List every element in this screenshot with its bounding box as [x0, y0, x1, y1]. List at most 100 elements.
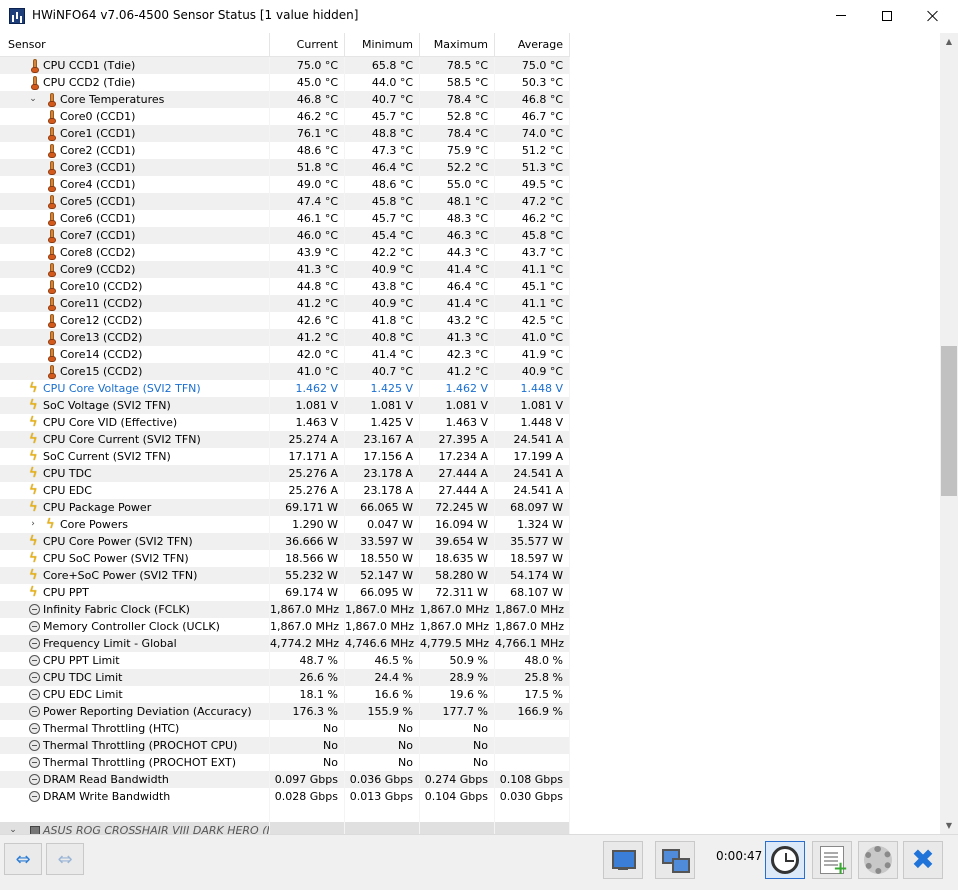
sensor-label: CPU TDC	[43, 467, 92, 480]
sensor-row[interactable]: ϟ CPU SoC Power (SVI2 TFN) 18.566 W 18.550 …	[0, 550, 570, 567]
sensor-row[interactable]: ϟ CPU EDC 25.276 A 23.178 A 27.444 A 24.541 A	[0, 482, 570, 499]
sensor-row[interactable]: ϟ CPU PPT 69.174 W 66.095 W 72.311 W 68.107 W	[0, 584, 570, 601]
thermometer-icon	[45, 92, 59, 107]
sensor-row[interactable]: Thermal Throttling (PROCHOT EXT) No No No	[0, 754, 570, 771]
expand-chevron-icon[interactable]: ›	[28, 516, 38, 533]
sensor-row[interactable]: DRAM Read Bandwidth 0.097 Gbps 0.036 Gbps 0…	[0, 771, 570, 788]
scroll-thumb[interactable]	[941, 346, 957, 496]
column-header-sensor[interactable]: Sensor	[0, 33, 270, 57]
maximize-button[interactable]	[864, 0, 910, 31]
sensor-row[interactable]: Core1 (CCD1) 76.1 °C 48.8 °C 78.4 °C 74.0 °C	[0, 125, 570, 142]
scroll-up-arrow-icon[interactable]: ▲	[940, 33, 958, 50]
sensor-row[interactable]: Core13 (CCD2) 41.2 °C 40.8 °C 41.3 °C 41.0 °…	[0, 329, 570, 346]
sensor-row[interactable]: Core2 (CCD1) 48.6 °C 47.3 °C 75.9 °C 51.2 °C	[0, 142, 570, 159]
scroll-down-arrow-icon[interactable]: ▼	[940, 817, 958, 834]
sensor-label: Thermal Throttling (PROCHOT EXT)	[43, 756, 237, 769]
sensor-maximum-value: 50.9 %	[420, 652, 495, 669]
elapsed-time: 0:00:47	[716, 849, 763, 863]
sensor-row[interactable]: › ϟ Core Powers 1.290 W 0.047 W 16.094 W 1.324…	[0, 516, 570, 533]
column-header-minimum[interactable]: Minimum	[345, 33, 420, 57]
maximize-icon	[882, 10, 892, 21]
sensor-row[interactable]: Core3 (CCD1) 51.8 °C 46.4 °C 52.2 °C 51.3 °C	[0, 159, 570, 176]
sensor-row[interactable]: Core8 (CCD2) 43.9 °C 42.2 °C 44.3 °C 43.7 °C	[0, 244, 570, 261]
sensor-average-value: 25.8 %	[495, 669, 570, 686]
sensor-row[interactable]: Core5 (CCD1) 47.4 °C 45.8 °C 48.1 °C 47.2 °C	[0, 193, 570, 210]
column-header-average[interactable]: Average	[495, 33, 570, 57]
sensor-row[interactable]: ⌄ Core Temperatures 46.8 °C 40.7 °C 78.4 °C 4…	[0, 91, 570, 108]
sensor-row[interactable]: ϟ CPU Core Current (SVI2 TFN) 25.274 A 23.1…	[0, 431, 570, 448]
sensor-row[interactable]: Frequency Limit - Global 4,774.2 MHz 4,746…	[0, 635, 570, 652]
sensor-row[interactable]: ϟ CPU Core VID (Effective) 1.463 V 1.425 V1…	[0, 414, 570, 431]
sensor-row[interactable]: Infinity Fabric Clock (FCLK) 1,867.0 MHz 1…	[0, 601, 570, 618]
column-header-maximum[interactable]: Maximum	[420, 33, 495, 57]
sensor-row[interactable]: CPU EDC Limit 18.1 % 16.6 % 19.6 % 17.5 %	[0, 686, 570, 703]
spacer-cell	[345, 805, 420, 822]
thermometer-icon	[45, 296, 59, 311]
sensor-current-value: 49.0 °C	[270, 176, 345, 193]
sensor-row[interactable]: ϟ CPU Core Power (SVI2 TFN) 36.666 W 33.597…	[0, 533, 570, 550]
sensor-row[interactable]	[0, 805, 570, 822]
sensor-row[interactable]: Core6 (CCD1) 46.1 °C 45.7 °C 48.3 °C 46.2 °C	[0, 210, 570, 227]
sensor-current-value: 1.462 V	[270, 380, 345, 397]
sensor-row[interactable]: Core14 (CCD2) 42.0 °C 41.4 °C 42.3 °C 41.9 °…	[0, 346, 570, 363]
sensor-label: Thermal Throttling (PROCHOT CPU)	[43, 739, 238, 752]
sensor-row[interactable]: ϟ CPU Core Voltage (SVI2 TFN) 1.462 V 1.425…	[0, 380, 570, 397]
sensor-name-cell: Core12 (CCD2)	[0, 312, 270, 329]
sensor-label: Core9 (CCD2)	[60, 263, 136, 276]
sensor-current-value: 47.4 °C	[270, 193, 345, 210]
sensor-row[interactable]: ⌄ ASUS ROG CROSSHAIR VIII DARK HERO (N...	[0, 822, 570, 834]
collapse-chevron-icon[interactable]: ⌄	[8, 822, 18, 834]
sensor-row[interactable]: CPU TDC Limit 26.6 % 24.4 % 28.9 % 25.8 %	[0, 669, 570, 686]
settings-button[interactable]	[858, 841, 898, 879]
sensor-row[interactable]: DRAM Write Bandwidth 0.028 Gbps 0.013 Gbps…	[0, 788, 570, 805]
sensor-row[interactable]: Core4 (CCD1) 49.0 °C 48.6 °C 55.0 °C 49.5 °C	[0, 176, 570, 193]
sensor-maximum-value: No	[420, 737, 495, 754]
sensor-row[interactable]: Core12 (CCD2) 42.6 °C 41.8 °C 43.2 °C 42.5 °…	[0, 312, 570, 329]
sensor-row[interactable]: Memory Controller Clock (UCLK) 1,867.0 MH…	[0, 618, 570, 635]
sensor-row[interactable]: ϟ SoC Current (SVI2 TFN) 17.171 A 17.156 A1…	[0, 448, 570, 465]
sensor-name-cell: Core1 (CCD1)	[0, 125, 270, 142]
clock-gauge-icon	[28, 755, 42, 770]
vertical-scrollbar[interactable]: ▲ ▼	[940, 33, 958, 834]
sensor-name-cell: Power Reporting Deviation (Accuracy)	[0, 703, 270, 720]
previous-sensor-button[interactable]: ⇔	[4, 843, 42, 875]
sensor-row[interactable]: ϟ CPU TDC 25.276 A 23.178 A 27.444 A 24.541 A	[0, 465, 570, 482]
sensor-average-value: 45.1 °C	[495, 278, 570, 295]
sensor-average-value: 46.8 °C	[495, 91, 570, 108]
close-window-button[interactable]	[910, 0, 956, 31]
sensor-row[interactable]: ϟ SoC Voltage (SVI2 TFN) 1.081 V 1.081 V 1.0…	[0, 397, 570, 414]
sensor-minimum-value: 48.8 °C	[345, 125, 420, 142]
sensor-row[interactable]: CPU PPT Limit 48.7 % 46.5 % 50.9 % 48.0 %	[0, 652, 570, 669]
sensor-row[interactable]: Core10 (CCD2) 44.8 °C 43.8 °C 46.4 °C 45.1 °…	[0, 278, 570, 295]
sensor-name-cell: Thermal Throttling (PROCHOT EXT)	[0, 754, 270, 771]
sensor-row[interactable]: Core9 (CCD2) 41.3 °C 40.9 °C 41.4 °C 41.1 °C	[0, 261, 570, 278]
thermometer-icon	[45, 194, 59, 209]
sensor-row[interactable]: Power Reporting Deviation (Accuracy) 176.…	[0, 703, 570, 720]
sensor-label: Core10 (CCD2)	[60, 280, 143, 293]
next-sensor-button[interactable]: ⇔	[46, 843, 84, 875]
sensor-row[interactable]: ϟ CPU Package Power 69.171 W 66.065 W 72.245…	[0, 499, 570, 516]
sensor-row[interactable]: Core0 (CCD1) 46.2 °C 45.7 °C 52.8 °C 46.7 °C	[0, 108, 570, 125]
sensor-row[interactable]: CPU CCD1 (Tdie) 75.0 °C 65.8 °C 78.5 °C 75.0…	[0, 57, 570, 74]
sensor-label: DRAM Read Bandwidth	[43, 773, 169, 786]
reset-clock-button[interactable]	[765, 841, 805, 879]
sensor-row[interactable]: CPU CCD2 (Tdie) 45.0 °C 44.0 °C 58.5 °C 50.3…	[0, 74, 570, 91]
network-button[interactable]	[655, 841, 695, 879]
logging-start-button[interactable]	[812, 841, 852, 879]
sensor-current-value: 25.276 A	[270, 465, 345, 482]
close-sensors-button[interactable]: ✖	[903, 841, 943, 879]
collapse-chevron-icon[interactable]: ⌄	[28, 91, 38, 108]
hwinfo-app-icon[interactable]	[9, 8, 25, 24]
sensor-maximum-value: 27.444 A	[420, 482, 495, 499]
sensor-row[interactable]: Thermal Throttling (PROCHOT CPU) No No No	[0, 737, 570, 754]
osd-monitor-button[interactable]	[603, 841, 643, 879]
sensor-row[interactable]: Core11 (CCD2) 41.2 °C 40.9 °C 41.4 °C 41.1 °…	[0, 295, 570, 312]
sensor-row[interactable]: Core15 (CCD2) 41.0 °C 40.7 °C 41.2 °C 40.9 °…	[0, 363, 570, 380]
sensor-row[interactable]: Core7 (CCD1) 46.0 °C 45.4 °C 46.3 °C 45.8 °C	[0, 227, 570, 244]
sensor-current-value: 45.0 °C	[270, 74, 345, 91]
sensor-row[interactable]: Thermal Throttling (HTC) No No No	[0, 720, 570, 737]
column-header-current[interactable]: Current	[270, 33, 345, 57]
sensor-row[interactable]: ϟ Core+SoC Power (SVI2 TFN) 55.232 W 52.147…	[0, 567, 570, 584]
title-bar: HWiNFO64 v7.06-4500 Sensor Status [1 val…	[0, 0, 958, 32]
minimize-button[interactable]	[818, 0, 864, 31]
